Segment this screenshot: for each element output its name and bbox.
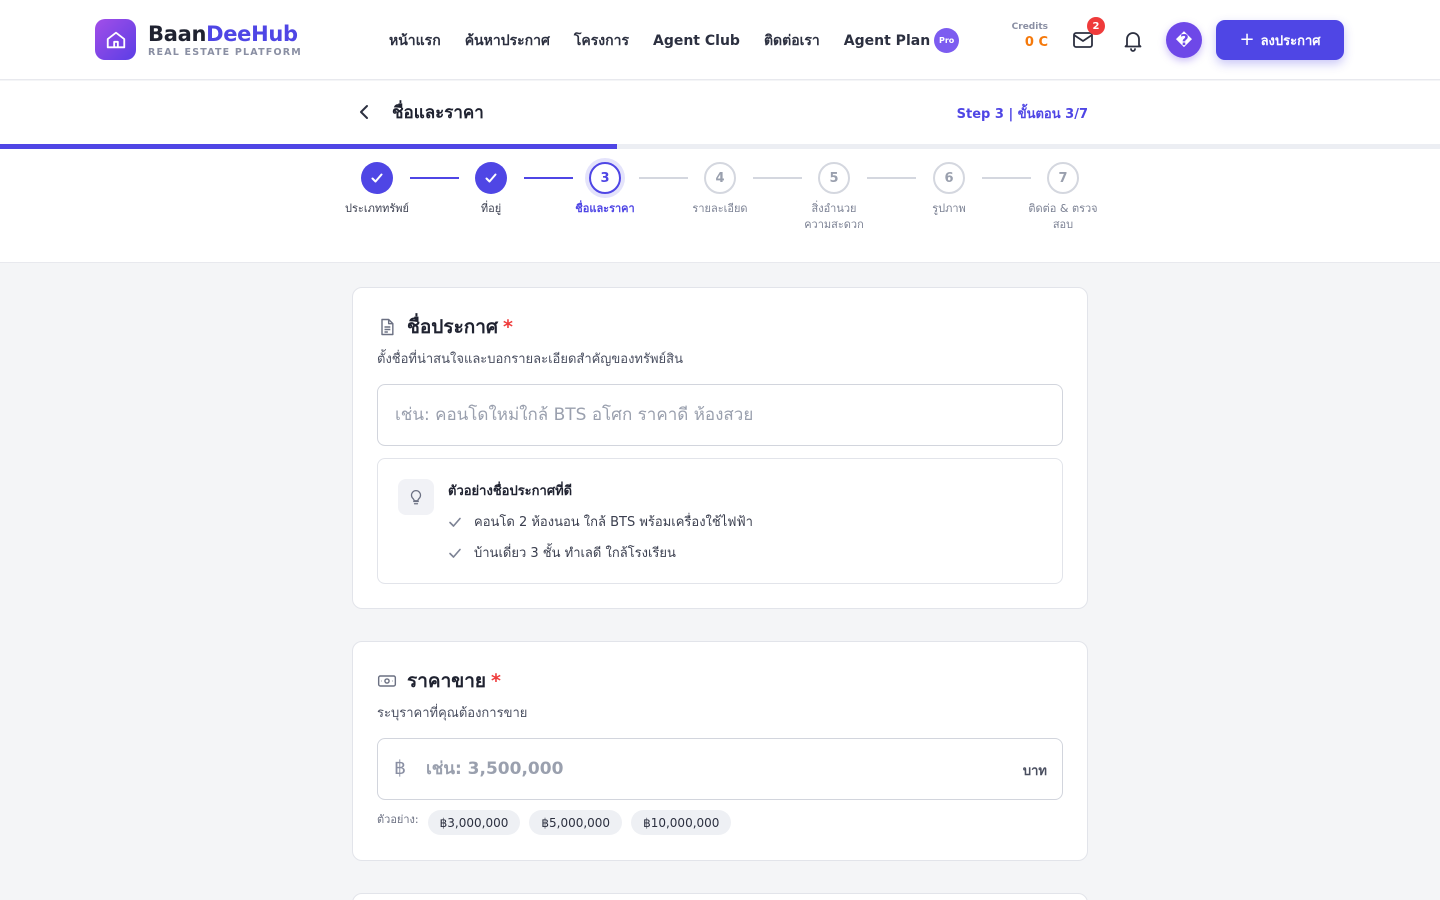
step-connector [524,177,573,179]
check-icon [475,162,507,194]
check-icon [448,546,462,560]
step-connector [753,177,802,179]
mail-count-badge: 2 [1087,17,1105,35]
next-section-card [352,893,1088,900]
step-label: รายละเอียด [692,202,748,215]
cash-icon [377,671,397,691]
price-example-chip[interactable]: ฿10,000,000 [631,810,732,835]
price-examples: ตัวอย่าง: ฿3,000,000 ฿5,000,000 ฿10,000,… [377,810,740,835]
price-example-chip[interactable]: ฿3,000,000 [427,810,521,835]
step-circle: 3 [589,162,621,194]
step-2[interactable]: ที่อยู่ [456,162,526,217]
credits-display[interactable]: Credits 0 C [1006,22,1048,50]
price-input[interactable] [426,740,986,798]
baht-icon: ฿ [394,757,407,779]
tip-text: คอนโด 2 ห้องนอน ใกล้ BTS พร้อมเครื่องใช้… [474,515,753,530]
credits-value: 0 C [1024,35,1048,50]
plus-icon: + [1239,29,1255,50]
main-nav: หน้าแรก ค้นหาประกาศ โครงการ Agent Club ต… [389,28,960,53]
credits-label: Credits [1011,22,1048,32]
user-avatar[interactable]: � [1166,22,1202,58]
step-label: สิ่งอำนวยความสะดวก [804,202,864,231]
post-listing-button[interactable]: + ลงประกาศ [1216,20,1344,60]
top-navbar: BaanDeeHub REAL ESTATE PLATFORM หน้าแรก … [0,0,1440,80]
step-connector [867,177,916,179]
tip-item: บ้านเดี่ยว 3 ชั้น ทำเลดี ใกล้โรงเรียน [448,542,676,563]
sale-price-description: ระบุราคาที่คุณต้องการขาย [377,706,528,721]
nav-item-projects[interactable]: โครงการ [574,30,629,52]
step-counter: Step 3 | ขั้นตอน 3/7 [956,107,1088,122]
listing-title-input[interactable] [377,384,1063,446]
back-arrow-icon[interactable] [354,102,374,122]
brand-tagline: REAL ESTATE PLATFORM [148,46,302,58]
step-connector [639,177,688,179]
nav-item-search[interactable]: ค้นหาประกาศ [465,30,550,52]
step-3[interactable]: 3 ชื่อและราคา [570,162,640,217]
sale-price-heading: ราคาขาย [407,670,487,692]
check-icon [361,162,393,194]
tip-text: บ้านเดี่ยว 3 ชั้น ทำเลดี ใกล้โรงเรียน [474,546,676,561]
step-connector [982,177,1031,179]
listing-title-heading: ชื่อประกาศ [407,316,499,338]
title-tips-box: ตัวอย่างชื่อประกาศที่ดี คอนโด 2 ห้องนอน … [377,458,1063,584]
tips-title: ตัวอย่างชื่อประกาศที่ดี [448,484,573,499]
step-6[interactable]: 6 รูปภาพ [914,162,984,217]
step-circle: 7 [1047,162,1079,194]
sale-price-card: ราคาขาย * ระบุราคาที่คุณต้องการขาย ฿ บาท… [352,641,1088,861]
nav-item-home[interactable]: หน้าแรก [389,30,441,52]
step-header: ชื่อและราคา Step 3 | ขั้นตอน 3/7 ประเภทท… [0,81,1440,263]
lightbulb-icon [398,479,434,515]
nav-item-contact[interactable]: ติดต่อเรา [764,30,820,52]
step-label: รูปภาพ [932,202,966,215]
examples-label: ตัวอย่าง: [377,812,419,826]
step-label: ชื่อและราคา [575,202,635,215]
step-label: ประเภททรัพย์ [345,202,409,215]
progress-bar [0,144,1440,149]
step-1[interactable]: ประเภททรัพย์ [342,162,412,217]
listing-title-card: ชื่อประกาศ * ตั้งชื่อที่น่าสนใจและบอกราย… [352,287,1088,609]
step-circle: 6 [933,162,965,194]
price-field: ฿ บาท [377,738,1063,800]
required-mark: * [491,670,501,692]
step-5[interactable]: 5 สิ่งอำนวยความสะดวก [799,162,869,233]
step-connector [410,177,459,179]
brand-name: BaanDeeHub [148,21,298,46]
post-listing-label: ลงประกาศ [1260,33,1321,49]
tip-item: คอนโด 2 ห้องนอน ใกล้ BTS พร้อมเครื่องใช้… [448,511,753,532]
step-label: ที่อยู่ [480,202,502,215]
pro-badge: Pro [934,28,960,53]
agent-plan-label: Agent Plan [843,32,931,49]
check-icon [448,515,462,529]
step-circle: 5 [818,162,850,194]
progress-fill [0,144,618,149]
bell-icon[interactable] [1121,28,1145,52]
nav-item-agent-club[interactable]: Agent Club [653,30,740,52]
step-7[interactable]: 7 ติดต่อ & ตรวจสอบ [1028,162,1098,233]
step-label: ติดต่อ & ตรวจสอบ [1028,202,1098,231]
document-icon [377,317,397,337]
listing-title-description: ตั้งชื่อที่น่าสนใจและบอกรายละเอียดสำคัญข… [377,352,683,367]
page-title: ชื่อและราคา [392,103,484,123]
brand-logo[interactable]: BaanDeeHub REAL ESTATE PLATFORM [95,19,302,60]
nav-item-agent-plan[interactable]: Agent Plan Pro [843,28,960,53]
price-example-chip[interactable]: ฿5,000,000 [529,810,623,835]
step-circle: 4 [704,162,736,194]
home-icon [95,19,136,60]
price-unit: บาท [1022,764,1047,779]
required-mark: * [503,316,513,338]
step-4[interactable]: 4 รายละเอียด [685,162,755,217]
